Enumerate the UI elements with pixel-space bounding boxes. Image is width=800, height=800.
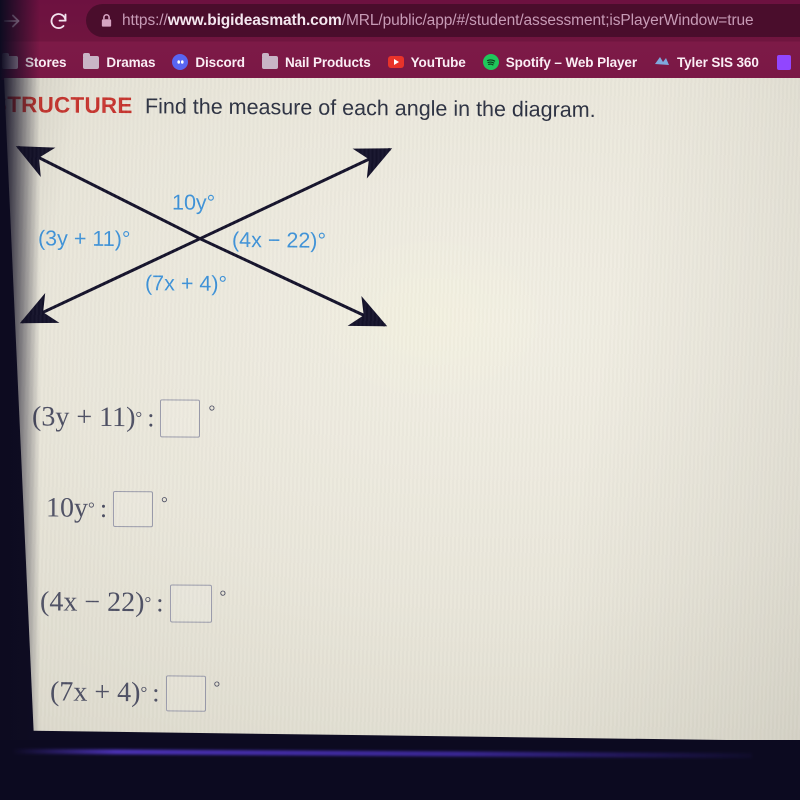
browser-chrome: https://www.bigideasmath.com/MRL/public/… [0, 0, 800, 80]
answer-expression: 10y [46, 492, 88, 524]
url-scheme: https:// [122, 11, 168, 29]
bookmark-label: YouTube [410, 54, 466, 70]
question-prompt: Find the measure of each angle in the di… [145, 94, 596, 122]
youtube-icon [387, 54, 404, 70]
bookmark-tyler-sis-360[interactable]: Tyler SIS 360 [648, 49, 765, 75]
url-path: /MRL/public/app/#/student/assessment;isP… [341, 11, 754, 29]
answer-row: (7x + 4) ° : ° [50, 674, 221, 712]
angle-label-top: 10y° [172, 190, 216, 215]
folder-icon [261, 52, 278, 70]
bookmark-label: Discord [195, 54, 245, 70]
unit-degree: ° [161, 493, 168, 513]
tyler-sis-icon [654, 54, 670, 70]
answer-expression: (7x + 4) [50, 676, 141, 709]
bookmark-stores[interactable]: Stores [0, 49, 72, 75]
angle-label-bottom: (7x + 4)° [145, 271, 228, 296]
unit-degree: ° [219, 586, 227, 606]
answer-expression: (3y + 11) [32, 401, 136, 434]
answer-row: (3y + 11) ° : ° [32, 398, 215, 438]
bookmark-label: Tyler SIS 360 [677, 54, 759, 70]
angle-label-left: (3y + 11)° [38, 226, 131, 252]
reload-icon[interactable] [40, 3, 76, 39]
folder-icon [2, 52, 18, 70]
angle-label-right: (4x − 22)° [232, 227, 327, 253]
bookmark-label: Stores [25, 54, 67, 70]
browser-toolbar: https://www.bigideasmath.com/MRL/public/… [0, 0, 800, 42]
spotify-icon [482, 54, 499, 70]
page-surface: STRUCTURE Find the measure of each angle… [4, 78, 800, 741]
bookmark-label: Dramas [106, 54, 156, 70]
assessment-page: STRUCTURE Find the measure of each angle… [0, 78, 800, 758]
unit-degree: ° [213, 677, 221, 697]
answer-input[interactable] [160, 399, 201, 438]
bookmark-discord[interactable]: Discord [166, 49, 251, 75]
url-domain: www.bigideasmath.com [167, 11, 342, 29]
url-text: https://www.bigideasmath.com/MRL/public/… [122, 12, 754, 30]
question-tag: STRUCTURE [0, 91, 133, 119]
lock-icon [100, 13, 113, 28]
bookmark-label: Nail Products [284, 54, 371, 70]
twitch-icon [776, 54, 792, 70]
answer-input[interactable] [169, 584, 212, 623]
bookmark-dramas[interactable]: Dramas [77, 49, 161, 75]
page-content: STRUCTURE Find the measure of each angle… [0, 78, 800, 741]
separator: : [152, 678, 160, 708]
separator: : [147, 403, 155, 433]
discord-icon [172, 54, 189, 70]
separator: : [99, 493, 108, 523]
bookmark-label: Spotify – Web Player [505, 54, 637, 70]
forward-arrow-icon[interactable] [0, 3, 30, 39]
answer-row: 10y ° : ° [46, 490, 168, 528]
question-header: STRUCTURE Find the measure of each angle… [0, 91, 596, 123]
folder-icon [83, 52, 100, 70]
bookmark-twitch[interactable] [770, 49, 800, 75]
answer-input[interactable] [113, 490, 154, 528]
bookmark-spotify[interactable]: Spotify – Web Player [477, 49, 643, 75]
answer-row: (4x − 22) ° : ° [40, 583, 226, 623]
address-bar[interactable]: https://www.bigideasmath.com/MRL/public/… [86, 4, 800, 37]
answer-expression: (4x − 22) [40, 586, 145, 619]
screen-photo: https://www.bigideasmath.com/MRL/public/… [0, 0, 800, 800]
separator: : [156, 588, 164, 618]
bookmark-nail-products[interactable]: Nail Products [256, 49, 377, 75]
bookmarks-bar: Stores Dramas Discord Nail Products YouT… [0, 44, 800, 80]
unit-degree: ° [208, 401, 216, 421]
answer-input[interactable] [165, 675, 206, 712]
angle-diagram: 10y° (3y + 11)° (4x − 22)° (7x + 4)° [4, 130, 420, 359]
bookmark-youtube[interactable]: YouTube [382, 49, 472, 75]
